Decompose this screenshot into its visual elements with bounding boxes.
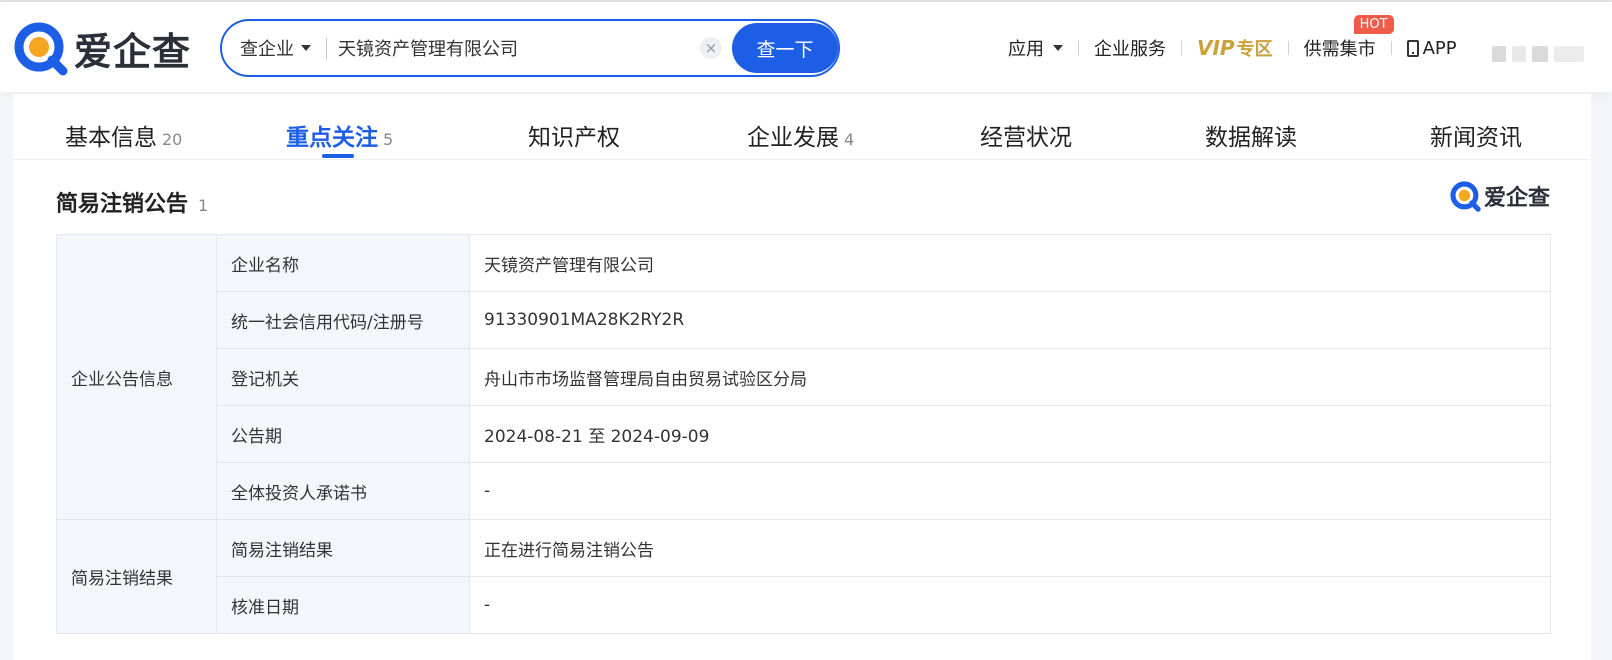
tab-count: 5 (383, 130, 394, 149)
content-card: 基本信息 20 重点关注 5 知识产权 企业发展 4 经营状况 数据解读 新闻资讯 简… (13, 94, 1591, 660)
search-box: 查企业 × 查一下 (220, 19, 840, 77)
tab-label: 新闻资讯 (1430, 125, 1522, 151)
caret-down-icon (1053, 45, 1063, 51)
hot-badge: HOT (1353, 15, 1394, 34)
group-label-cancellation-result: 简易注销结果 (56, 519, 217, 634)
row-value: 91330901MA28K2RY2R (469, 291, 1551, 349)
search-divider (326, 38, 327, 60)
table-row: 全体投资人承诺书 - (57, 462, 1551, 520)
caret-down-icon (301, 45, 311, 51)
tab-intellectual-property[interactable]: 知识产权 (528, 118, 620, 152)
row-label: 简易注销结果 (216, 519, 470, 577)
row-label: 企业名称 (216, 234, 470, 292)
search-type-label: 查企业 (240, 39, 294, 60)
group-label-announcement-info: 企业公告信息 (56, 234, 217, 520)
clear-icon[interactable]: × (700, 37, 722, 59)
row-label: 统一社会信用代码/注册号 (216, 291, 470, 349)
watermark-text: 爱企查 (1484, 186, 1551, 211)
table-row: 公告期 2024-08-21 至 2024-09-09 (57, 405, 1551, 463)
tab-bar: 基本信息 20 重点关注 5 知识产权 企业发展 4 经营状况 数据解读 新闻资讯 (13, 94, 1591, 160)
table-row: 企业公告信息 企业名称 天镜资产管理有限公司 (56, 234, 1551, 520)
section-title: 简易注销公告 1 (56, 186, 208, 218)
magnifier-logo-icon (14, 22, 68, 76)
tab-label: 经营状况 (980, 125, 1072, 151)
table-row: 简易注销结果 简易注销结果 正在进行简易注销公告 (56, 519, 1551, 634)
tab-label: 企业发展 (747, 125, 839, 151)
tab-data-interpretation[interactable]: 数据解读 (1205, 118, 1297, 152)
announcement-table: 企业公告信息 企业名称 天镜资产管理有限公司 统一社会信用代码/注册号 9133… (56, 234, 1551, 634)
table-row: 登记机关 舟山市市场监督管理局自由贸易试验区分局 (57, 348, 1551, 406)
section-count: 1 (198, 196, 209, 215)
tab-enterprise-development[interactable]: 企业发展 4 (747, 118, 854, 152)
tab-count: 4 (844, 130, 855, 149)
nav-enterprise-services[interactable]: 企业服务 (1094, 35, 1166, 61)
nav-apps[interactable]: 应用 (1008, 35, 1063, 61)
row-value: 2024-08-21 至 2024-09-09 (469, 405, 1551, 463)
nav-app-label: APP (1422, 37, 1457, 59)
nav-market-label: 供需集市 (1303, 39, 1376, 60)
tab-label: 基本信息 (65, 125, 157, 151)
tab-news[interactable]: 新闻资讯 (1430, 118, 1522, 152)
nav-divider (1078, 41, 1079, 55)
user-avatar[interactable] (1492, 46, 1590, 62)
watermark-logo: 爱企查 (1449, 180, 1550, 212)
site-logo[interactable]: 爱企查 (12, 20, 191, 76)
section-title-text: 简易注销公告 (56, 192, 189, 217)
active-tab-indicator (322, 154, 354, 158)
magnifier-logo-icon (1450, 181, 1481, 212)
table-row: 统一社会信用代码/注册号 91330901MA28K2RY2R (57, 291, 1551, 349)
row-label: 登记机关 (216, 348, 470, 406)
nav-vip-zone[interactable]: VIP 专区 (1197, 35, 1273, 61)
row-label: 全体投资人承诺书 (216, 462, 470, 520)
nav-divider (1181, 41, 1182, 55)
row-value: - (469, 576, 1551, 634)
nav-divider (1390, 41, 1392, 55)
tab-label: 知识产权 (528, 125, 620, 151)
tab-label: 重点关注 (286, 125, 378, 151)
nav-app[interactable]: APP (1406, 37, 1457, 59)
table-row: 核准日期 - (57, 576, 1551, 634)
row-label: 核准日期 (216, 576, 470, 634)
nav-apps-label: 应用 (1008, 39, 1044, 60)
logo-text: 爱企查 (74, 29, 192, 74)
tab-key-focus[interactable]: 重点关注 5 (286, 118, 394, 158)
vip-label: VIP (1197, 36, 1235, 60)
row-value: - (469, 462, 1551, 520)
nav-divider (1287, 41, 1289, 55)
vip-zone-label: 专区 (1236, 39, 1273, 60)
phone-icon (1406, 39, 1419, 57)
row-value: 天镜资产管理有限公司 (469, 234, 1551, 292)
nav-market[interactable]: 供需集市 HOT (1303, 15, 1394, 61)
tab-count: 20 (162, 130, 183, 149)
tab-operating-status[interactable]: 经营状况 (980, 118, 1072, 152)
search-button[interactable]: 查一下 (732, 23, 838, 73)
top-nav: 应用 企业服务 VIP 专区 供需集市 HOT APP (1008, 15, 1457, 62)
row-label: 公告期 (216, 405, 470, 463)
row-value: 舟山市市场监督管理局自由贸易试验区分局 (469, 348, 1551, 406)
header: 爱企查 查企业 × 查一下 应用 企业服务 VIP 专区 供需集市 HOT (0, 2, 1612, 92)
tab-basic-info[interactable]: 基本信息 20 (65, 118, 182, 152)
search-type-dropdown[interactable]: 查企业 (240, 21, 311, 75)
tab-label: 数据解读 (1205, 125, 1297, 151)
row-value: 正在进行简易注销公告 (469, 519, 1551, 577)
